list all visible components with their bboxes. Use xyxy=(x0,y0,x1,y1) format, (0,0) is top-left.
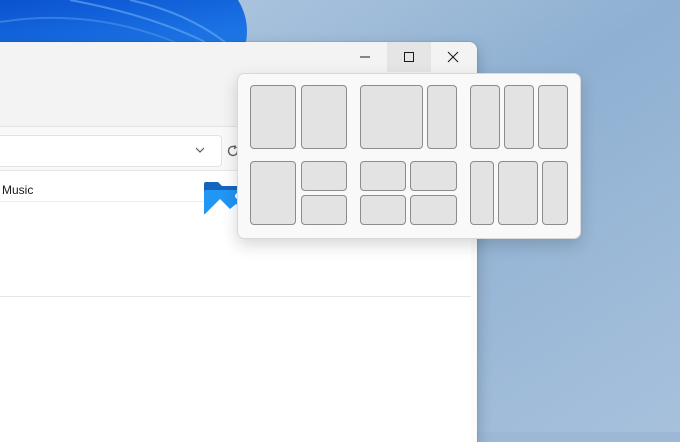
close-icon xyxy=(447,51,459,63)
snap-zone-two-equal-left[interactable] xyxy=(250,85,296,149)
minimize-button[interactable] xyxy=(343,42,387,72)
music-folder-label[interactable]: Music xyxy=(2,183,33,197)
close-button[interactable] xyxy=(431,42,475,72)
maximize-icon xyxy=(404,52,414,62)
snap-layouts-flyout xyxy=(237,73,581,239)
snap-zone-thirds-right[interactable] xyxy=(538,85,568,149)
snap-zone-side-left[interactable] xyxy=(470,161,494,225)
snap-zone-wide-center[interactable] xyxy=(498,161,538,225)
snap-zone-stacked-top-right[interactable] xyxy=(301,161,347,191)
snap-zone-quad-top-left[interactable] xyxy=(360,161,406,191)
address-bar[interactable] xyxy=(0,135,222,167)
snap-zone-thirds-left[interactable] xyxy=(470,85,500,149)
snap-zone-thirds-center[interactable] xyxy=(504,85,534,149)
chevron-down-icon[interactable] xyxy=(193,143,207,157)
snap-zone-quad-bottom-left[interactable] xyxy=(360,195,406,225)
snap-zone-two-equal-right[interactable] xyxy=(301,85,347,149)
snap-zone-wide-left[interactable] xyxy=(360,85,423,149)
snap-zone-quad-bottom-right[interactable] xyxy=(410,195,457,225)
snap-zone-side-right[interactable] xyxy=(542,161,568,225)
maximize-button[interactable] xyxy=(387,42,431,72)
snap-zone-quad-top-right[interactable] xyxy=(410,161,457,191)
minimize-icon xyxy=(360,56,370,58)
snap-zone-stacked-bottom-right[interactable] xyxy=(301,195,347,225)
title-bar[interactable] xyxy=(0,42,477,72)
content-divider xyxy=(0,296,471,297)
snap-zone-half-left[interactable] xyxy=(250,161,296,225)
snap-zone-narrow-right[interactable] xyxy=(427,85,457,149)
